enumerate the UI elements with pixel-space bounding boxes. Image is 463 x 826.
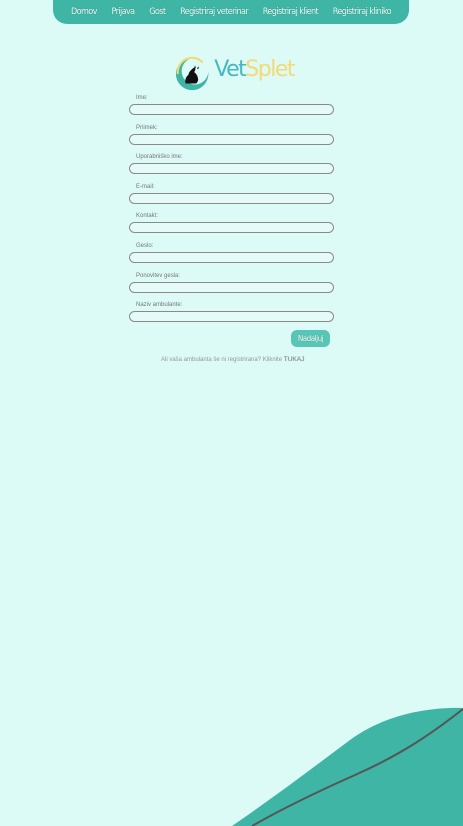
decorative-wave [232,707,463,826]
